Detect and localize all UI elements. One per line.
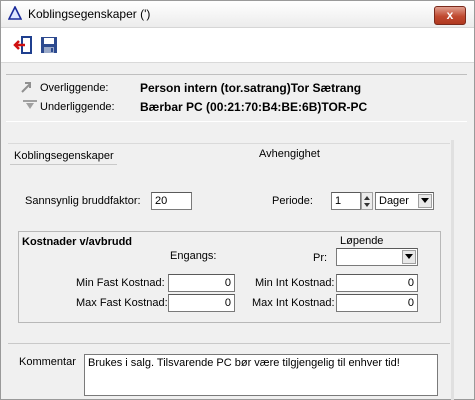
max-fixed-label: Max Fast Kostnad: (76, 297, 168, 309)
min-int-input[interactable]: 0 (336, 274, 418, 292)
over-value: Person intern (tor.satrang)Tor Sætrang (140, 81, 362, 95)
break-factor-input[interactable]: 20 (151, 192, 192, 210)
comment-textarea[interactable]: Brukes i salg. Tilsvarende PC bør være t… (84, 354, 438, 396)
min-int-label: Min Int Kostnad: (255, 277, 335, 289)
over-label: Overliggende: (40, 82, 109, 94)
tab-underline (10, 164, 117, 165)
break-factor-label: Sannsynlig bruddfaktor: (25, 195, 141, 207)
max-int-label: Max Int Kostnad: (252, 297, 335, 309)
tab-strip-divider (8, 143, 450, 144)
max-int-input[interactable]: 0 (336, 294, 418, 312)
tab-koblingsegenskaper[interactable]: Koblingsegenskaper (14, 150, 114, 162)
right-edge-bar (451, 140, 454, 400)
comment-label: Kommentar (19, 356, 76, 368)
save-icon (40, 36, 58, 57)
window-title: Koblingsegenskaper (') (28, 7, 151, 21)
min-fixed-label: Min Fast Kostnad: (76, 277, 165, 289)
per-label: Pr: (313, 252, 328, 264)
period-input[interactable]: 1 (331, 192, 361, 210)
under-label: Underliggende: (40, 101, 115, 113)
tab-avhengighet[interactable]: Avhengighet (259, 148, 320, 160)
period-unit-value: Dager (379, 195, 409, 207)
max-fixed-input[interactable]: 0 (168, 294, 235, 312)
down-arrow-icon (22, 99, 38, 114)
close-button[interactable]: x (434, 6, 466, 25)
period-label: Periode: (272, 195, 313, 207)
min-fixed-input[interactable]: 0 (168, 274, 235, 292)
once-label: Engangs: (170, 250, 217, 262)
period-spinner[interactable] (361, 192, 373, 210)
per-dropdown-icon[interactable] (402, 250, 416, 264)
exit-icon (13, 35, 33, 58)
toolbar (1, 28, 474, 63)
under-value: Bærbar PC (00:21:70:B4:BE:6B)TOR-PC (140, 100, 368, 114)
save-button[interactable] (38, 35, 60, 57)
comment-divider (8, 343, 450, 344)
exit-button[interactable] (12, 35, 34, 57)
up-arrow-icon (20, 80, 34, 97)
running-label: Løpende (340, 235, 384, 247)
costs-title: Kostnader v/avbrudd (22, 236, 133, 248)
period-unit-dropdown-icon[interactable] (418, 194, 432, 208)
app-triangle-icon (7, 5, 23, 20)
